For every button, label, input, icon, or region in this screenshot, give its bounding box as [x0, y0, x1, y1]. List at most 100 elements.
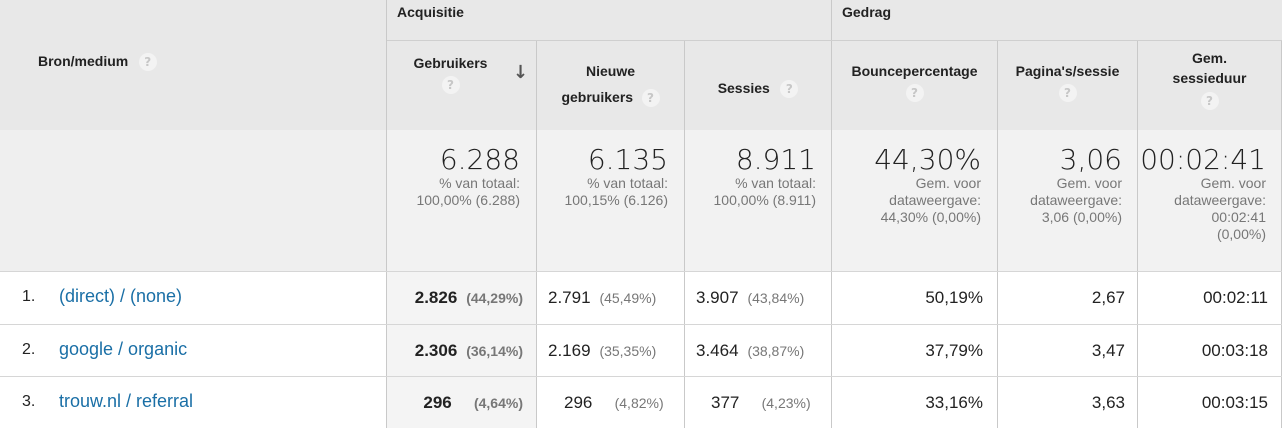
column-header-new-users[interactable]: Nieuwe gebruikers ? [537, 58, 684, 110]
bounce-label: Bouncepercentage [851, 63, 978, 79]
source-link[interactable]: trouw.nl / referral [59, 391, 193, 412]
source-link[interactable]: (direct) / (none) [59, 286, 182, 307]
sessions-pct: (43,84%) [747, 290, 805, 306]
help-icon[interactable]: ? [780, 79, 799, 98]
new-users-value: 2.169 [548, 341, 591, 360]
sessions-cell: 3.907 (43,84%) [696, 288, 804, 308]
new-users-cell: 296 (4,82%) [564, 393, 664, 413]
column-header-duration[interactable]: Gem. sessieduur ? [1138, 48, 1281, 110]
total-caption: Gem. voor [1056, 175, 1122, 191]
total-caption: Gem. voor [1200, 175, 1266, 191]
column-header-sessions[interactable]: Sessies ? [685, 75, 831, 101]
source-link[interactable]: google / organic [59, 339, 187, 360]
help-icon[interactable]: ? [905, 84, 924, 102]
sessions-pct: (38,87%) [747, 343, 805, 359]
pages-value: 3,47 [1091, 341, 1125, 360]
analytics-table: Bron/medium ? Acquisitie Gedrag Gebruike… [0, 0, 1282, 428]
dimension-header[interactable]: Bron/medium ? [38, 48, 157, 74]
sessions-value: 3.907 [696, 288, 739, 307]
total-new-users: 6.135 % van totaal: 100,15% (6.126) [537, 145, 668, 209]
total-caption: dataweergave: [1030, 192, 1122, 208]
users-pct: (44,29%) [466, 290, 523, 306]
new-users-label-line1: Nieuwe [585, 63, 635, 79]
duration-label-line2: sessieduur [1172, 70, 1247, 86]
new-users-pct: (45,49%) [599, 290, 657, 306]
bounce-value: 37,79% [925, 341, 983, 360]
new-users-label-line2: gebruikers [561, 89, 634, 105]
users-cell: 2.306 (36,14%) [387, 341, 523, 361]
pages-value: 2,67 [1091, 288, 1125, 307]
total-caption: Gem. voor [915, 175, 981, 191]
column-header-users[interactable]: Gebruikers ? ↓ [387, 50, 536, 94]
row-number: 3. [22, 393, 36, 410]
total-caption: 100,00% (6.288) [416, 192, 520, 208]
duration-value: 00:03:15 [1201, 393, 1268, 412]
total-users: 6.288 % van totaal: 100,00% (6.288) [387, 145, 520, 209]
pages-value: 3,63 [1091, 393, 1125, 412]
total-pages: 3,06 Gem. voor dataweergave: 3,06 (0,00%… [998, 145, 1122, 226]
total-sessions: 8.911 % van totaal: 100,00% (8.911) [685, 145, 816, 209]
group-behavior: Gedrag [842, 4, 892, 20]
total-caption: 00:02:41 [1211, 209, 1267, 225]
total-value: 8.911 [735, 143, 816, 176]
duration-value: 00:02:11 [1203, 288, 1268, 307]
row-number: 1. [22, 288, 36, 305]
total-caption: 3,06 (0,00%) [1041, 209, 1122, 225]
new-users-pct: (4,82%) [614, 395, 664, 411]
users-pct: (36,14%) [466, 343, 523, 359]
sessions-cell: 377 (4,23%) [711, 393, 811, 413]
total-caption: (0,00%) [1216, 226, 1266, 242]
sessions-label: Sessies [717, 80, 770, 96]
users-cell: 296 (4,64%) [387, 393, 523, 413]
total-bounce: 44,30% Gem. voor dataweergave: 44,30% (0… [832, 145, 981, 226]
total-value: 44,30% [874, 143, 981, 176]
total-caption: % van totaal: [439, 175, 520, 191]
bounce-value: 33,16% [925, 393, 983, 412]
users-value: 296 [423, 393, 452, 412]
sessions-value: 3.464 [696, 341, 739, 360]
column-header-pages[interactable]: Pagina's/sessie ? [998, 58, 1137, 102]
new-users-cell: 2.169 (35,35%) [548, 341, 656, 361]
total-caption: dataweergave: [1174, 192, 1266, 208]
table-row: 2. google / organic 2.306 (36,14%) 2.169… [0, 325, 1282, 376]
group-acquisition: Acquisitie [397, 4, 464, 20]
help-icon[interactable]: ? [641, 88, 660, 107]
total-caption: % van totaal: [587, 175, 668, 191]
help-icon[interactable]: ? [138, 52, 157, 71]
help-icon[interactable]: ? [1058, 84, 1077, 102]
total-caption: % van totaal: [735, 175, 816, 191]
total-duration: 00:02:41 Gem. voor dataweergave: 00:02:4… [1138, 145, 1266, 243]
new-users-pct: (35,35%) [599, 343, 657, 359]
total-value: 00:02:41 [1140, 143, 1266, 176]
total-caption: dataweergave: [889, 192, 981, 208]
users-pct: (4,64%) [473, 395, 523, 411]
new-users-value: 2.791 [548, 288, 591, 307]
sessions-pct: (4,23%) [761, 395, 811, 411]
users-value: 2.306 [414, 341, 458, 360]
pages-label: Pagina's/sessie [1015, 63, 1120, 79]
table-row: 3. trouw.nl / referral 296 (4,64%) 296 (… [0, 377, 1282, 428]
total-value: 6.288 [439, 143, 520, 176]
duration-value: 00:03:18 [1201, 341, 1268, 360]
total-caption: 100,15% (6.126) [564, 192, 668, 208]
help-icon[interactable]: ? [1200, 92, 1219, 110]
totals-dimension-cell [0, 130, 387, 271]
sessions-cell: 3.464 (38,87%) [696, 341, 804, 361]
users-value: 2.826 [414, 288, 458, 307]
new-users-value: 296 [564, 393, 593, 412]
help-icon[interactable]: ? [441, 76, 460, 94]
total-value: 6.135 [587, 143, 668, 176]
duration-label-line1: Gem. [1191, 50, 1227, 66]
users-cell: 2.826 (44,29%) [387, 288, 523, 308]
bounce-value: 50,19% [925, 288, 983, 307]
sort-descending-icon[interactable]: ↓ [513, 62, 528, 83]
row-number: 2. [22, 341, 36, 358]
total-caption: 44,30% (0,00%) [880, 209, 981, 225]
table-row: 1. (direct) / (none) 2.826 (44,29%) 2.79… [0, 272, 1282, 324]
new-users-cell: 2.791 (45,49%) [548, 288, 656, 308]
total-value: 3,06 [1059, 143, 1122, 176]
total-caption: 100,00% (8.911) [713, 192, 816, 208]
dimension-label: Bron/medium [38, 53, 129, 69]
column-header-bounce[interactable]: Bouncepercentage ? [832, 58, 997, 102]
sessions-value: 377 [711, 393, 740, 412]
